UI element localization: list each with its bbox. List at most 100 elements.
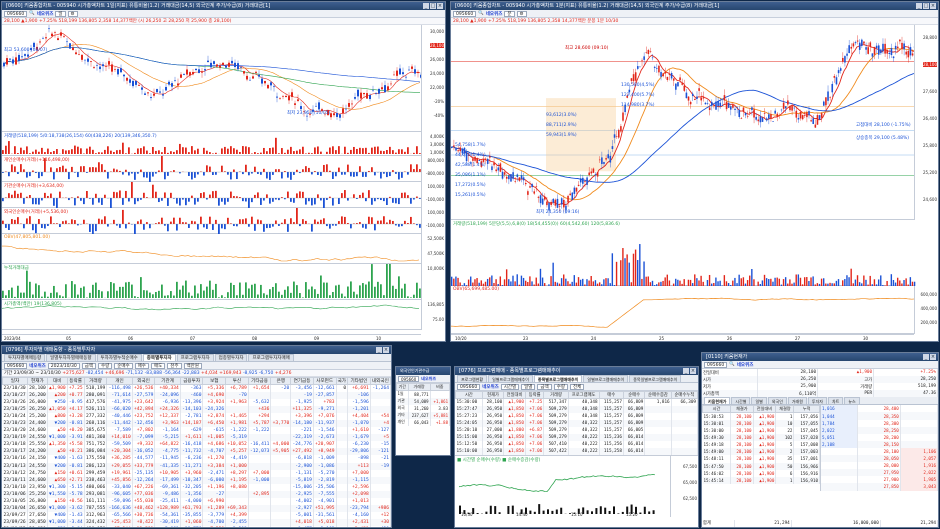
investor-filter[interactable]: 2023/10/30: [47, 362, 80, 369]
close-icon[interactable]: ×: [690, 368, 696, 374]
table-row[interactable]: 23/10/19 24,550 ▼1,000 -3.91 481,360 +14,010-…: [2, 434, 391, 442]
investor-column-header[interactable]: 기타금융: [247, 377, 272, 385]
left-indicator-panel[interactable]: 누적거래대금: [2, 264, 421, 300]
investor-filter[interactable]: 네오위즈: [29, 363, 46, 369]
table-row[interactable]: 23/09/27 27,650 ▼400 -1.43 312,963 -65,566 +30…: [2, 512, 391, 520]
program-filter[interactable]: 일별: [521, 383, 536, 390]
investor-filter[interactable]: 금액: [81, 362, 96, 369]
table-row[interactable]: 15:45:14 28,100 ▲1,900 1 156,910: [702, 476, 820, 484]
program-column-header[interactable]: 거래량: [543, 391, 569, 399]
investor-column-header[interactable]: 투신: [225, 377, 249, 385]
period-selector[interactable]: 분: [504, 10, 515, 17]
investor-tab[interactable]: 업종별투자자: [214, 354, 248, 361]
table-row[interactable]: 15:27:47 26,950 ▲1,850 +7.06 509,279 40,348 11…: [455, 405, 698, 413]
investor-filter[interactable]: 천주: [167, 362, 182, 369]
chart-settings-button[interactable]: ⚙: [516, 10, 527, 17]
table-row[interactable]: 23/10/17 24,200 ▲50 +0.21 386,084 +20,304 -16,…: [2, 448, 391, 456]
quote-tab[interactable]: 투자자: [807, 397, 827, 405]
left-indicator-panel[interactable]: 개인순매수(거래)(+116,498,00): [2, 156, 422, 182]
table-row[interactable]: 15:27:23 26,950 ▲1,850 +7.06 509,279 40,348 11…: [455, 412, 698, 420]
table-row[interactable]: 15:12:50 26,950 ▲1,850 +7.06 507,410 40,222 11…: [455, 441, 698, 449]
investor-tab[interactable]: 일별투자자별매매동향: [46, 354, 96, 361]
table-row[interactable]: 23/10/04 26,650 ▼1,000 -3.62 787,555 -166,636…: [2, 505, 391, 513]
quote-tab[interactable]: 일별: [751, 397, 767, 405]
left-indicator-panel[interactable]: 거래량(518,199) 5/0:18,738(26,154) 60(438,2…: [2, 132, 421, 156]
program-column-header[interactable]: 현재가: [481, 391, 505, 399]
left-candle-chart[interactable]: [2, 25, 422, 132]
investor-column-header[interactable]: 연기금등: [290, 377, 314, 385]
investor-titlebar[interactable]: [0796] 투자자별 매매동향 - 종목별투자자 _ ×: [2, 346, 391, 354]
stock-name[interactable]: 네오위즈: [486, 11, 503, 17]
close-icon[interactable]: ×: [437, 3, 443, 9]
right-volume-panel[interactable]: 거래량(518,199) 5분당(5,5),6,8(0) 18(54,455(0…: [451, 220, 916, 286]
program-filter[interactable]: 수량: [553, 383, 569, 390]
program-titlebar[interactable]: [0776] 프로그램매매 - 종목별프로그램매매추이 _ ×: [455, 367, 698, 375]
left-chart-titlebar[interactable]: [0600] 키움종합차트 - 005940 시가총액차트 1일(지표) 유통비…: [2, 2, 445, 10]
table-row[interactable]: 15:30:53 28,100 ▲1,900 1 157,056: [702, 412, 820, 420]
table-row[interactable]: 23/09/26 28,050 ▼1,000 -3.44 324,432 +25,453 +…: [2, 519, 391, 527]
table-row[interactable]: 15:48:11 28,100 ▲1,900 35 157,001: [702, 455, 820, 463]
period-selector[interactable]: 일: [55, 10, 66, 17]
table-row[interactable]: 23/10/10 23,950 ▼1,300 -5.15 480,066 -33,040 +…: [2, 483, 391, 491]
table-row[interactable]: 23/10/27 26,200 ▲200 +0.77 280,091 -71,614 -27…: [2, 391, 391, 399]
investor-column-header[interactable]: 국가: [335, 377, 349, 385]
program-filter[interactable]: 네오위즈: [482, 384, 499, 390]
ask-row[interactable]: 5,051 28,200: [821, 433, 938, 441]
table-row[interactable]: 기관 54,009 +1,061: [396, 397, 450, 405]
table-row[interactable]: 23/10/25 26,250 ▲1,050 +4.17 526,111 -66,020 +…: [2, 405, 391, 413]
table-row[interactable]: 23/10/05 26,800 ▲150 +0.56 161,111 -59,096 +55…: [2, 498, 391, 506]
program-column-header[interactable]: 순매수누적: [670, 391, 698, 399]
bid-row[interactable]: 28,100 1,106: [821, 447, 938, 456]
left-price-panel[interactable]: 최고 53,600 (08/07) 최저 23,950 (10/05): [2, 25, 422, 132]
investor-filter[interactable]: 매수: [134, 362, 149, 369]
investor-tab[interactable]: 프로그램투자자매매: [248, 354, 294, 361]
maximize-icon[interactable]: □: [923, 3, 929, 9]
minimize-icon[interactable]: _: [916, 3, 922, 9]
maximize-icon[interactable]: □: [430, 3, 436, 9]
table-row[interactable]: 15:10:00 26,950 ▲1,850 +7.06 507,422 40,222 11…: [455, 448, 698, 456]
table-row[interactable]: 23/10/26 26,000 ▼250 -0.95 417,576 -41,975 +23…: [2, 398, 391, 406]
investor-column-header[interactable]: 외국인: [131, 377, 156, 385]
program-column-header[interactable]: 시간: [455, 391, 483, 399]
quote-tab[interactable]: 키움현재가: [704, 397, 731, 405]
right-volume-chart[interactable]: [451, 220, 916, 286]
quote-tab[interactable]: 거래원: [787, 397, 807, 405]
table-row[interactable]: 23/10/30 28,100 ▲1,900 +7.25 518,199 -116,498…: [2, 384, 391, 392]
minimize-icon[interactable]: _: [923, 354, 929, 360]
investor-tab[interactable]: 투자자별누적순매수: [96, 354, 142, 361]
close-icon[interactable]: ×: [930, 3, 936, 9]
investor-column-header[interactable]: 내외국인: [369, 377, 391, 385]
right-obv-chart[interactable]: [451, 286, 916, 334]
table-row[interactable]: 15:24:05 26,950 ▲1,850 +7.06 509,279 40,322 11…: [455, 419, 698, 427]
investor-column-header[interactable]: 기타법인: [347, 377, 371, 385]
investor-column-header[interactable]: 보험: [202, 377, 227, 385]
chart-settings-button[interactable]: ⚙: [67, 10, 78, 17]
investor-filter[interactable]: 095660: [4, 362, 28, 369]
program-line-chart[interactable]: [455, 456, 670, 518]
quote-stock-name[interactable]: 네오위즈: [737, 362, 754, 368]
bid-row[interactable]: 27,900 1,905: [821, 476, 938, 484]
quote-tab[interactable]: 뉴스: [844, 397, 860, 405]
ask-row[interactable]: 1,016 28,400: [821, 405, 938, 413]
table-row[interactable]: 15:46:02 28,100 ▲1,900 6 156,916: [702, 469, 820, 477]
program-tab[interactable]: 일별프로그램매매추이: [488, 375, 533, 382]
investor-column-header[interactable]: 현재가: [26, 377, 48, 385]
close-icon[interactable]: ×: [383, 347, 389, 353]
table-row[interactable]: 23/09/2529,050▼850-2.84436,076+67,244+13…: [2, 526, 391, 527]
investor-column-header[interactable]: 일자: [2, 377, 28, 385]
investor-tab[interactable]: 프로그램투자자: [176, 354, 214, 361]
search-icon[interactable]: 🔍: [729, 362, 735, 367]
program-tab[interactable]: 종목별프로그램매매추이: [533, 375, 583, 382]
quote-tab[interactable]: 시간별: [731, 397, 751, 405]
table-row[interactable]: 23/10/23 24,400 ▼200 -0.81 268,116 -11,442 -12…: [2, 419, 391, 428]
table-row[interactable]: 15:30:01 28,100 ▲1,900 10 157,055: [702, 419, 820, 428]
investor-column-header[interactable]: 금융투자: [179, 377, 204, 385]
program-column-header[interactable]: 순매수: [622, 391, 646, 399]
investor-filter[interactable]: 백만원: [183, 362, 202, 369]
table-row[interactable]: 기타 237,627 +5,881: [396, 411, 450, 419]
stock-code-input[interactable]: 095660: [4, 10, 28, 17]
investor-filter[interactable]: 매도: [150, 362, 166, 369]
program-tab[interactable]: 일별프로그램매매추이: [583, 375, 629, 382]
investor-filter[interactable]: 순매수: [114, 362, 133, 369]
program-tab[interactable]: 종목일별프로그램매매추이: [629, 375, 682, 382]
